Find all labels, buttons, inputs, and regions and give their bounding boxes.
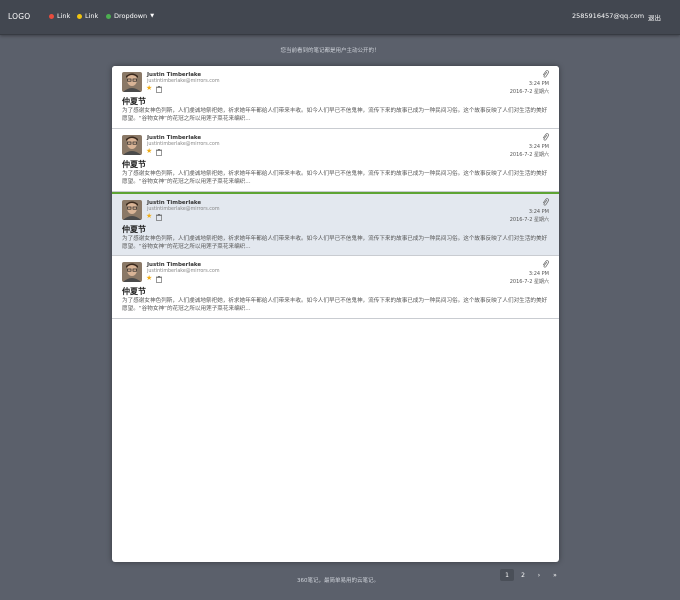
trash-icon[interactable]: [156, 149, 162, 156]
author-name: Justin Timberlake: [147, 72, 202, 78]
green-dot-icon: [106, 13, 111, 19]
star-icon[interactable]: ★: [146, 213, 152, 220]
note-title[interactable]: 仲夏节: [122, 286, 146, 297]
note-date: 2016-7-2 星期六: [509, 89, 549, 95]
note-date: 2016-7-2 星期六: [509, 279, 549, 285]
avatar-image: [122, 262, 142, 282]
last-page-button[interactable]: »: [548, 569, 562, 581]
nav-dropdown-label: Dropdown: [114, 12, 148, 20]
public-notes-notice: 您当前看到的笔记都是用户主动公开的！: [280, 48, 380, 54]
note-time: 3:24 PM: [528, 271, 549, 277]
note-item[interactable]: Justin Timberlake justintimberlake@mirro…: [112, 129, 559, 192]
notes-list-card: Justin Timberlake justintimberlake@mirro…: [112, 66, 559, 562]
red-dot-icon: [49, 13, 54, 19]
note-title[interactable]: 仲夏节: [122, 96, 146, 107]
author-email: justintimberlake@mirrors.com: [147, 269, 220, 274]
page-1-button[interactable]: 1: [500, 569, 514, 581]
yellow-dot-icon: [77, 13, 82, 19]
note-title[interactable]: 仲夏节: [122, 159, 146, 170]
note-excerpt: 为了感谢女神色列斯，人们虔诚地祭祀她，祈求她年年都给人们带来丰收。如今人们早已不…: [122, 298, 548, 312]
footer-summary: 360笔记，最简单易用的云笔记。: [297, 578, 379, 584]
paperclip-icon[interactable]: [542, 70, 549, 78]
note-item[interactable]: Justin Timberlake justintimberlake@mirro…: [112, 66, 559, 129]
next-page-button[interactable]: ›: [532, 569, 546, 581]
logo[interactable]: LOGO: [8, 12, 30, 21]
avatar: [122, 262, 142, 282]
chevron-down-icon: ▼: [150, 13, 155, 19]
trash-icon[interactable]: [156, 214, 162, 221]
nav-link-label: Link: [57, 12, 71, 20]
author-name: Justin Timberlake: [147, 200, 202, 206]
star-icon[interactable]: ★: [146, 85, 152, 92]
note-time: 3:24 PM: [528, 81, 549, 87]
nav-dropdown[interactable]: Dropdown ▼: [106, 12, 154, 20]
logout-link[interactable]: 退出: [648, 12, 661, 22]
avatar: [122, 135, 142, 155]
trash-icon[interactable]: [156, 276, 162, 283]
author-name: Justin Timberlake: [147, 262, 202, 268]
avatar-image: [122, 72, 142, 92]
avatar: [122, 200, 142, 220]
pagination: 1 2 › »: [500, 569, 564, 581]
note-date: 2016-7-2 星期六: [509, 152, 549, 158]
note-excerpt: 为了感谢女神色列斯，人们虔诚地祭祀她，祈求她年年都给人们带来丰收。如今人们早已不…: [122, 108, 548, 122]
nav-link-2[interactable]: Link: [77, 12, 98, 20]
note-date: 2016-7-2 星期六: [509, 217, 549, 223]
note-item-selected[interactable]: Justin Timberlake justintimberlake@mirro…: [112, 192, 559, 256]
paperclip-icon[interactable]: [542, 260, 549, 268]
avatar: [122, 72, 142, 92]
star-icon[interactable]: ★: [146, 148, 152, 155]
note-title[interactable]: 仲夏节: [122, 224, 146, 235]
star-icon[interactable]: ★: [146, 275, 152, 282]
note-time: 3:24 PM: [528, 144, 549, 150]
author-email: justintimberlake@mirrors.com: [147, 207, 220, 212]
top-navbar: LOGO Link Link Dropdown ▼ 2585916457@qq.…: [0, 0, 680, 35]
note-time: 3:24 PM: [528, 209, 549, 215]
avatar-image: [122, 135, 142, 155]
trash-icon[interactable]: [156, 86, 162, 93]
author-email: justintimberlake@mirrors.com: [147, 79, 220, 84]
note-excerpt: 为了感谢女神色列斯，人们虔诚地祭祀她，祈求她年年都给人们带来丰收。如今人们早已不…: [122, 171, 548, 185]
paperclip-icon[interactable]: [542, 133, 549, 141]
author-email: justintimberlake@mirrors.com: [147, 142, 220, 147]
user-email[interactable]: 2585916457@qq.com: [572, 12, 644, 20]
author-name: Justin Timberlake: [147, 135, 202, 141]
nav-link-label: Link: [85, 12, 99, 20]
note-excerpt: 为了感谢女神色列斯，人们虔诚地祭祀她，祈求她年年都给人们带来丰收。如今人们早已不…: [122, 236, 548, 250]
avatar-image: [122, 200, 142, 220]
paperclip-icon[interactable]: [542, 198, 549, 206]
note-item[interactable]: Justin Timberlake justintimberlake@mirro…: [112, 256, 559, 319]
nav-link-1[interactable]: Link: [49, 12, 70, 20]
page-2-button[interactable]: 2: [516, 569, 530, 581]
